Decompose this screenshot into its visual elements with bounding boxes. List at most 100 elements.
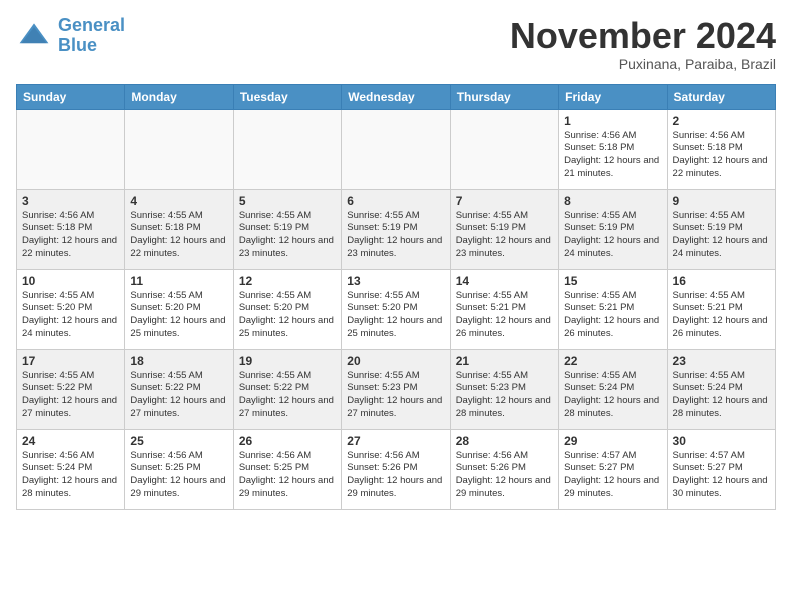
day-info: Sunrise: 4:55 AM Sunset: 5:19 PM Dayligh… xyxy=(673,210,770,261)
day-info: Sunrise: 4:56 AM Sunset: 5:18 PM Dayligh… xyxy=(22,210,119,261)
day-info: Sunrise: 4:55 AM Sunset: 5:22 PM Dayligh… xyxy=(22,370,119,421)
day-number: 26 xyxy=(239,434,336,448)
calendar-cell: 3 Sunrise: 4:56 AM Sunset: 5:18 PM Daylig… xyxy=(17,189,125,269)
calendar-cell: 10Sunrise: 4:55 AM Sunset: 5:20 PM Dayli… xyxy=(17,269,125,349)
day-number: 8 xyxy=(564,194,661,208)
day-info: Sunrise: 4:55 AM Sunset: 5:19 PM Dayligh… xyxy=(564,210,661,261)
calendar-cell: 21 Sunrise: 4:55 AM Sunset: 5:23 PM Dayli… xyxy=(450,349,558,429)
calendar-week-row: 24 Sunrise: 4:56 AM Sunset: 5:24 PM Dayli… xyxy=(17,429,776,509)
title-block: November 2024 Puxinana, Paraiba, Brazil xyxy=(510,16,776,72)
weekday-header: Tuesday xyxy=(233,84,341,109)
day-number: 4 xyxy=(130,194,227,208)
day-info: Sunrise: 4:56 AM Sunset: 5:24 PM Dayligh… xyxy=(22,450,119,501)
calendar-week-row: 17 Sunrise: 4:55 AM Sunset: 5:22 PM Dayli… xyxy=(17,349,776,429)
day-number: 5 xyxy=(239,194,336,208)
logo-icon xyxy=(16,18,52,54)
calendar-cell: 9 Sunrise: 4:55 AM Sunset: 5:19 PM Daylig… xyxy=(667,189,775,269)
day-number: 27 xyxy=(347,434,444,448)
calendar-week-row: 3 Sunrise: 4:56 AM Sunset: 5:18 PM Daylig… xyxy=(17,189,776,269)
logo-text: General Blue xyxy=(58,16,125,56)
day-info: Sunrise: 4:55 AM Sunset: 5:23 PM Dayligh… xyxy=(347,370,444,421)
day-number: 20 xyxy=(347,354,444,368)
day-info: Sunrise: 4:55 AM Sunset: 5:24 PM Dayligh… xyxy=(673,370,770,421)
weekday-header: Monday xyxy=(125,84,233,109)
day-info: Sunrise: 4:55 AM Sunset: 5:21 PM Dayligh… xyxy=(673,290,770,341)
month-title: November 2024 xyxy=(510,16,776,56)
day-info: Sunrise: 4:55 AM Sunset: 5:19 PM Dayligh… xyxy=(239,210,336,261)
day-number: 29 xyxy=(564,434,661,448)
day-number: 7 xyxy=(456,194,553,208)
day-number: 24 xyxy=(22,434,119,448)
weekday-header: Friday xyxy=(559,84,667,109)
day-info: Sunrise: 4:56 AM Sunset: 5:26 PM Dayligh… xyxy=(456,450,553,501)
day-info: Sunrise: 4:55 AM Sunset: 5:21 PM Dayligh… xyxy=(564,290,661,341)
day-number: 14 xyxy=(456,274,553,288)
day-number: 30 xyxy=(673,434,770,448)
day-info: Sunrise: 4:55 AM Sunset: 5:20 PM Dayligh… xyxy=(130,290,227,341)
calendar-cell: 13 Sunrise: 4:55 AM Sunset: 5:20 PM Dayli… xyxy=(342,269,450,349)
day-info: Sunrise: 4:55 AM Sunset: 5:24 PM Dayligh… xyxy=(564,370,661,421)
calendar-cell: 7Sunrise: 4:55 AM Sunset: 5:19 PM Daylig… xyxy=(450,189,558,269)
day-info: Sunrise: 4:55 AM Sunset: 5:23 PM Dayligh… xyxy=(456,370,553,421)
day-number: 16 xyxy=(673,274,770,288)
day-info: Sunrise: 4:57 AM Sunset: 5:27 PM Dayligh… xyxy=(564,450,661,501)
calendar-cell: 15Sunrise: 4:55 AM Sunset: 5:21 PM Dayli… xyxy=(559,269,667,349)
day-info: Sunrise: 4:56 AM Sunset: 5:25 PM Dayligh… xyxy=(130,450,227,501)
day-number: 21 xyxy=(456,354,553,368)
day-number: 2 xyxy=(673,114,770,128)
calendar-cell: 4 Sunrise: 4:55 AM Sunset: 5:18 PM Daylig… xyxy=(125,189,233,269)
calendar-cell: 24 Sunrise: 4:56 AM Sunset: 5:24 PM Dayli… xyxy=(17,429,125,509)
page-header: General Blue November 2024 Puxinana, Par… xyxy=(16,16,776,72)
day-number: 19 xyxy=(239,354,336,368)
day-info: Sunrise: 4:55 AM Sunset: 5:20 PM Dayligh… xyxy=(347,290,444,341)
calendar-cell: 26 Sunrise: 4:56 AM Sunset: 5:25 PM Dayli… xyxy=(233,429,341,509)
calendar-cell: 5 Sunrise: 4:55 AM Sunset: 5:19 PM Daylig… xyxy=(233,189,341,269)
calendar-cell: 11 Sunrise: 4:55 AM Sunset: 5:20 PM Dayli… xyxy=(125,269,233,349)
day-info: Sunrise: 4:55 AM Sunset: 5:21 PM Dayligh… xyxy=(456,290,553,341)
weekday-header: Sunday xyxy=(17,84,125,109)
day-number: 13 xyxy=(347,274,444,288)
day-info: Sunrise: 4:55 AM Sunset: 5:18 PM Dayligh… xyxy=(130,210,227,261)
day-info: Sunrise: 4:56 AM Sunset: 5:26 PM Dayligh… xyxy=(347,450,444,501)
calendar-cell: 8 Sunrise: 4:55 AM Sunset: 5:19 PM Daylig… xyxy=(559,189,667,269)
day-info: Sunrise: 4:57 AM Sunset: 5:27 PM Dayligh… xyxy=(673,450,770,501)
calendar-cell xyxy=(342,109,450,189)
calendar-header-row: SundayMondayTuesdayWednesdayThursdayFrid… xyxy=(17,84,776,109)
calendar-cell: 1Sunrise: 4:56 AM Sunset: 5:18 PM Daylig… xyxy=(559,109,667,189)
day-info: Sunrise: 4:55 AM Sunset: 5:22 PM Dayligh… xyxy=(130,370,227,421)
weekday-header: Wednesday xyxy=(342,84,450,109)
day-number: 25 xyxy=(130,434,227,448)
day-info: Sunrise: 4:56 AM Sunset: 5:25 PM Dayligh… xyxy=(239,450,336,501)
day-number: 23 xyxy=(673,354,770,368)
calendar-cell: 20 Sunrise: 4:55 AM Sunset: 5:23 PM Dayli… xyxy=(342,349,450,429)
day-info: Sunrise: 4:56 AM Sunset: 5:18 PM Dayligh… xyxy=(564,130,661,181)
calendar-cell: 29 Sunrise: 4:57 AM Sunset: 5:27 PM Dayli… xyxy=(559,429,667,509)
day-info: Sunrise: 4:55 AM Sunset: 5:20 PM Dayligh… xyxy=(239,290,336,341)
day-number: 10 xyxy=(22,274,119,288)
calendar-cell: 6Sunrise: 4:55 AM Sunset: 5:19 PM Daylig… xyxy=(342,189,450,269)
day-number: 17 xyxy=(22,354,119,368)
calendar-cell: 28Sunrise: 4:56 AM Sunset: 5:26 PM Dayli… xyxy=(450,429,558,509)
calendar-cell: 23 Sunrise: 4:55 AM Sunset: 5:24 PM Dayli… xyxy=(667,349,775,429)
day-number: 3 xyxy=(22,194,119,208)
calendar-cell xyxy=(125,109,233,189)
calendar-week-row: 10 Sunrise: 4:55 AM Sunset: 5:20 PM Dayli… xyxy=(17,269,776,349)
calendar-cell: 25 Sunrise: 4:56 AM Sunset: 5:25 PM Dayli… xyxy=(125,429,233,509)
calendar-cell: 14 Sunrise: 4:55 AM Sunset: 5:21 PM Dayli… xyxy=(450,269,558,349)
calendar: SundayMondayTuesdayWednesdayThursdayFrid… xyxy=(16,84,776,510)
weekday-header: Thursday xyxy=(450,84,558,109)
day-number: 11 xyxy=(130,274,227,288)
day-number: 12 xyxy=(239,274,336,288)
calendar-week-row: 1Sunrise: 4:56 AM Sunset: 5:18 PM Daylig… xyxy=(17,109,776,189)
calendar-cell xyxy=(233,109,341,189)
calendar-cell: 30 Sunrise: 4:57 AM Sunset: 5:27 PM Dayli… xyxy=(667,429,775,509)
calendar-cell: 27 Sunrise: 4:56 AM Sunset: 5:26 PM Dayli… xyxy=(342,429,450,509)
day-number: 9 xyxy=(673,194,770,208)
calendar-cell: 12 Sunrise: 4:55 AM Sunset: 5:20 PM Dayli… xyxy=(233,269,341,349)
day-info: Sunrise: 4:56 AM Sunset: 5:18 PM Dayligh… xyxy=(673,130,770,181)
day-number: 22 xyxy=(564,354,661,368)
calendar-cell xyxy=(17,109,125,189)
day-info: Sunrise: 4:55 AM Sunset: 5:22 PM Dayligh… xyxy=(239,370,336,421)
day-number: 6 xyxy=(347,194,444,208)
calendar-cell: 18Sunrise: 4:55 AM Sunset: 5:22 PM Dayli… xyxy=(125,349,233,429)
